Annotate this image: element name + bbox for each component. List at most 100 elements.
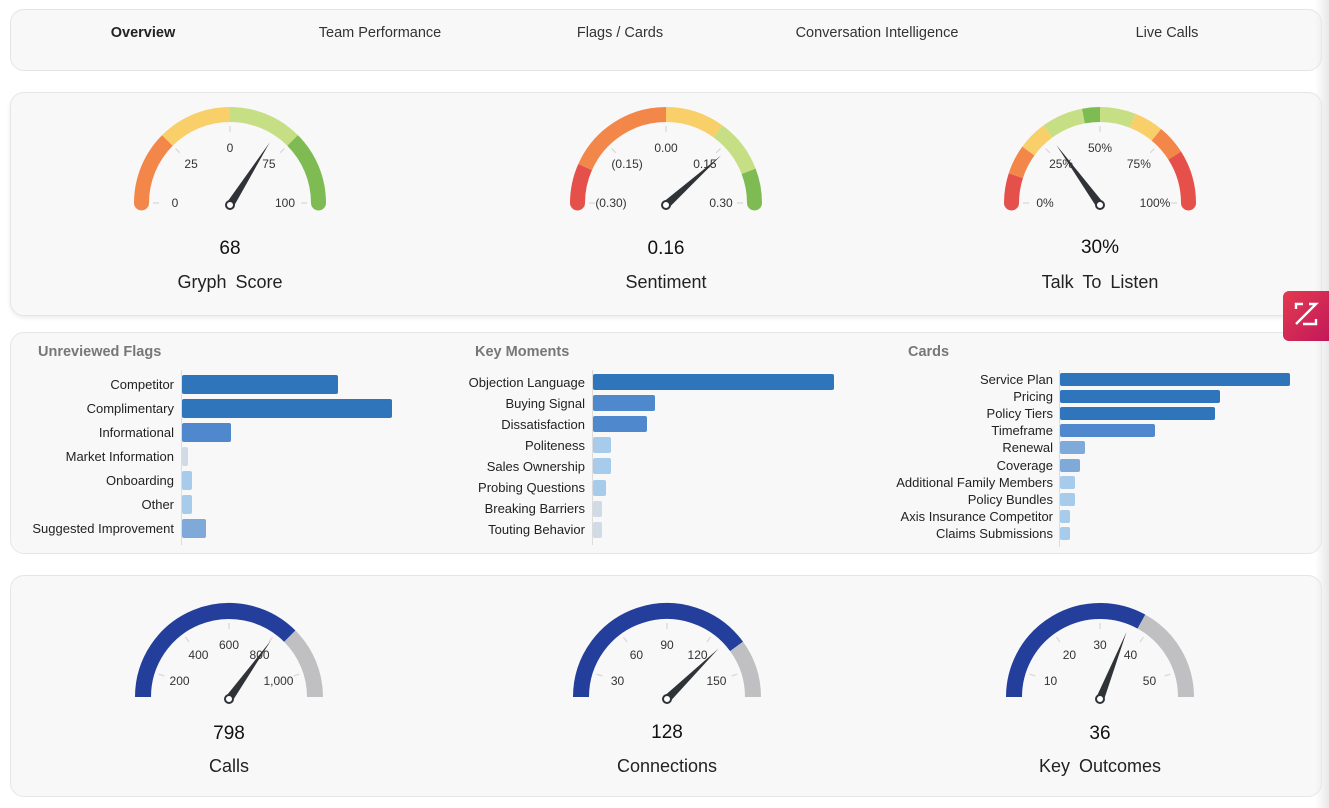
talk-to-listen-tick-label: 50% bbox=[1088, 141, 1112, 155]
talk-to-listen-label: Talk To Listen bbox=[1041, 272, 1159, 292]
gryph-score-tick bbox=[175, 148, 181, 154]
cards-category-label: Additional Family Members bbox=[896, 474, 1053, 490]
calls-tick-label: 600 bbox=[219, 638, 239, 652]
unreviewed-flags-bar[interactable] bbox=[182, 375, 339, 394]
key-moments-bar[interactable] bbox=[593, 458, 611, 475]
calls-tick-label: 200 bbox=[170, 674, 190, 688]
gryph-score-band bbox=[134, 135, 173, 204]
gryph-score-band bbox=[162, 107, 231, 146]
key-outcomes-value: 36 bbox=[1089, 723, 1111, 744]
connections-needle-pivot bbox=[662, 694, 672, 704]
key-moments-bar[interactable] bbox=[593, 521, 602, 538]
sentiment-band bbox=[665, 107, 723, 138]
cards-bar[interactable] bbox=[1060, 526, 1070, 540]
gryph-score-band bbox=[229, 107, 298, 146]
connections-tick bbox=[596, 673, 603, 677]
talk-to-listen-band bbox=[1099, 107, 1136, 128]
cards-category-label: Axis Insurance Competitor bbox=[900, 508, 1053, 524]
key-moments-bar[interactable] bbox=[593, 437, 611, 454]
connections-tick-label: 30 bbox=[611, 674, 625, 688]
unreviewed-flags-title: Unreviewed Flags bbox=[38, 344, 162, 360]
talk-to-listen-band bbox=[1129, 113, 1162, 141]
key-moments-category-label: Buying Signal bbox=[505, 395, 586, 411]
bar-charts-panel bbox=[10, 332, 1322, 554]
unreviewed-flags-bar[interactable] bbox=[182, 399, 392, 418]
cards-category-label: Policy Tiers bbox=[986, 406, 1053, 422]
key-outcomes-tick bbox=[1056, 636, 1061, 643]
cards-bar[interactable] bbox=[1060, 424, 1155, 438]
key-outcomes-tick bbox=[1029, 673, 1036, 677]
key-moments-bar[interactable] bbox=[593, 500, 602, 517]
key-outcomes-tick-label: 40 bbox=[1124, 648, 1138, 662]
gryph-score-tick-label: 100 bbox=[275, 196, 295, 210]
cards-bar[interactable] bbox=[1060, 509, 1070, 523]
cards-bar[interactable] bbox=[1060, 441, 1085, 455]
cards-bar[interactable] bbox=[1060, 458, 1080, 472]
cards-bar[interactable] bbox=[1060, 475, 1075, 489]
unreviewed-flags-bar[interactable] bbox=[182, 447, 188, 466]
unreviewed-flags-bar[interactable] bbox=[182, 519, 207, 538]
unreviewed-flags-bar[interactable] bbox=[182, 471, 192, 490]
talk-to-listen-band bbox=[1022, 125, 1053, 156]
cards-bar[interactable] bbox=[1060, 373, 1290, 386]
key-moments-bar[interactable] bbox=[593, 374, 834, 390]
unreviewed-flags-category-label: Market Information bbox=[65, 449, 174, 464]
cards-category-label: Pricing bbox=[1013, 389, 1053, 405]
calls-tick bbox=[268, 636, 273, 643]
cards-bar[interactable] bbox=[1060, 407, 1215, 421]
cards-bar[interactable] bbox=[1060, 492, 1075, 506]
unreviewed-flags-category-label: Onboarding bbox=[106, 473, 174, 488]
key-outcomes-gauge-svg: 10 20 30 40 50 bbox=[1006, 603, 1194, 704]
sentiment-tick-label: 0.30 bbox=[709, 196, 733, 210]
connections-gauge-svg: 30 60 90 120 150 bbox=[573, 603, 761, 704]
zoom-badge-button[interactable] bbox=[1283, 291, 1329, 341]
key-outcomes-tick-label: 10 bbox=[1044, 674, 1058, 688]
gryph-score-tick bbox=[279, 148, 285, 154]
sentiment-band bbox=[713, 125, 756, 175]
sentiment-label: Sentiment bbox=[625, 272, 707, 292]
cards-bar[interactable] bbox=[1060, 390, 1220, 404]
expand-z-icon bbox=[1293, 301, 1319, 332]
key-moments-bar[interactable] bbox=[593, 395, 656, 412]
calls-label: Calls bbox=[208, 756, 250, 776]
scrollbar-shade bbox=[1315, 0, 1329, 808]
connections-value: 128 bbox=[651, 722, 683, 743]
unreviewed-flags-category-label: Complimentary bbox=[86, 401, 174, 416]
sentiment-tick-label: 0.00 bbox=[654, 141, 678, 155]
calls-tick bbox=[185, 636, 190, 643]
connections-tick-label: 60 bbox=[630, 648, 644, 662]
key-outcomes-tick-label: 20 bbox=[1063, 648, 1077, 662]
cards-title: Cards bbox=[908, 344, 950, 360]
unreviewed-flags-category-label: Other bbox=[141, 497, 174, 512]
gryph-score-gauge-svg: 0 25 0 75 100 bbox=[134, 107, 326, 211]
key-moments-category-label: Sales Ownership bbox=[486, 458, 585, 474]
unreviewed-flags-category-label: Suggested Improvement bbox=[32, 521, 174, 536]
key-outcomes-needle-pivot bbox=[1095, 694, 1105, 704]
gryph-score-label: Gryph Score bbox=[177, 272, 283, 292]
key-outcomes-tick-label: 50 bbox=[1143, 674, 1157, 688]
gryph-score-tick-label: 0 bbox=[172, 196, 179, 210]
connections-tick-label: 150 bbox=[706, 674, 726, 688]
key-moments-bar[interactable] bbox=[593, 416, 647, 433]
cards-category-label: Claims Submissions bbox=[935, 525, 1053, 541]
unreviewed-flags-category-label: Informational bbox=[98, 425, 174, 440]
talk-to-listen-value: 30% bbox=[1080, 237, 1120, 258]
cards-category-label: Policy Bundles bbox=[967, 491, 1053, 507]
cards-category-label: Coverage bbox=[996, 457, 1053, 473]
sentiment-tick-label: (0.30) bbox=[595, 196, 626, 210]
sentiment-needle-pivot bbox=[661, 200, 671, 210]
key-outcomes-label: Key Outcomes bbox=[1038, 756, 1162, 776]
cards-category-label: Renewal bbox=[1002, 440, 1053, 456]
gryph-score-band bbox=[287, 135, 326, 204]
talk-to-listen-band bbox=[1043, 108, 1086, 138]
key-outcomes-tick bbox=[1139, 636, 1144, 643]
unreviewed-flags-bar[interactable] bbox=[182, 495, 192, 514]
gryph-score-needle-pivot bbox=[225, 200, 235, 210]
calls-tick bbox=[293, 673, 300, 677]
talk-to-listen-band bbox=[1008, 146, 1035, 179]
gryph-score-cap-end bbox=[311, 195, 326, 211]
unreviewed-flags-bar[interactable] bbox=[182, 423, 231, 442]
key-moments-bar[interactable] bbox=[593, 479, 607, 496]
gryph-score-tick-label: 25 bbox=[184, 157, 198, 171]
sentiment-gauge-svg: (0.30)(0.15)0.000.150.30 bbox=[570, 107, 762, 211]
